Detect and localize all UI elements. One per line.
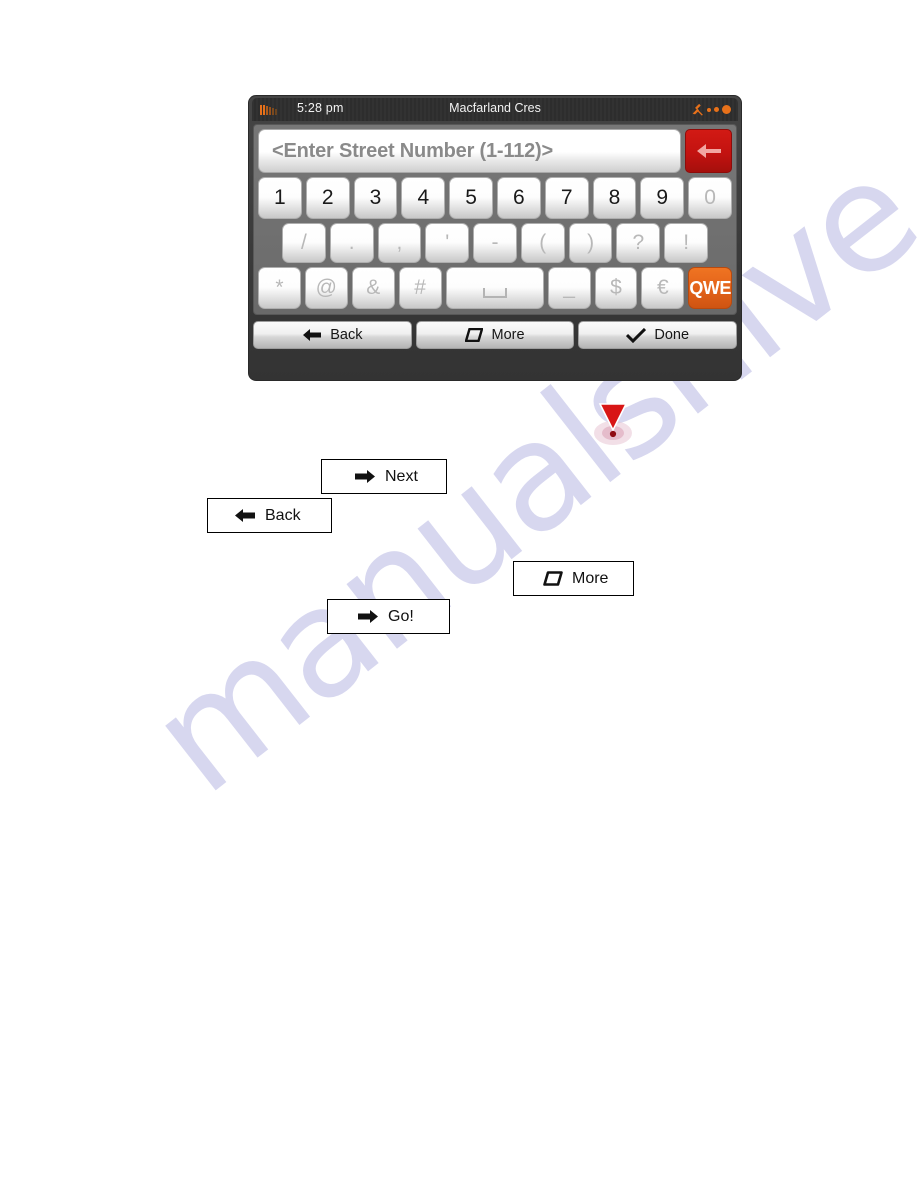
device-more-label: More	[491, 327, 525, 343]
key-num-3[interactable]: 4	[401, 177, 446, 219]
key-num-6[interactable]: 7	[544, 177, 589, 219]
callout-go-label: Go!	[388, 607, 414, 625]
key-punct-1[interactable]: .	[329, 223, 374, 263]
signal-dot-medium	[714, 107, 719, 112]
input-row: <Enter Street Number (1-112)>	[258, 129, 732, 173]
key-sym-3[interactable]: #	[398, 267, 442, 309]
keyboard-panel: <Enter Street Number (1-112)> 1234567890…	[253, 124, 737, 315]
signal-dot-small	[707, 107, 711, 112]
satellite-icon	[692, 103, 703, 116]
key-sym-7[interactable]: €	[641, 267, 685, 309]
keyboard-row-numbers: 1234567890	[258, 177, 732, 219]
key-punct-5[interactable]: (	[520, 223, 565, 263]
callout-next-label: Next	[385, 467, 418, 485]
device-done-label: Done	[654, 327, 690, 343]
key-punct-8[interactable]: !	[664, 223, 709, 263]
key-num-0[interactable]: 1	[258, 177, 302, 219]
key-sym-6[interactable]: $	[594, 267, 638, 309]
key-sym-5[interactable]: _	[547, 267, 591, 309]
key-punct-0[interactable]: /	[282, 223, 326, 263]
callout-back-button[interactable]: Back	[207, 498, 332, 533]
device-done-button[interactable]: Done	[578, 321, 738, 349]
backspace-button[interactable]	[685, 129, 732, 173]
key-sym-0[interactable]: *	[258, 267, 301, 309]
arrow-left-icon	[234, 508, 256, 523]
key-sym-2[interactable]: &	[351, 267, 395, 309]
keyboard-row-punctuation: /., ' -()?!	[258, 223, 732, 263]
arrow-right-icon	[357, 609, 379, 624]
street-number-placeholder: <Enter Street Number (1-112)>	[272, 139, 553, 162]
key-num-5[interactable]: 6	[496, 177, 541, 219]
key-punct-7[interactable]: ?	[616, 223, 661, 263]
key-num-4[interactable]: 5	[449, 177, 493, 219]
checkmark-icon	[626, 327, 647, 343]
key-punct-3[interactable]: '	[425, 223, 470, 263]
keyboard-row-symbols: * @ & # _ $ € QWE	[258, 267, 733, 309]
callout-more-label: More	[572, 569, 609, 587]
key-punct-4[interactable]: -	[473, 223, 517, 263]
callout-back-label: Back	[265, 506, 301, 524]
status-title: Macfarland Cres	[449, 101, 541, 115]
rounded-parallelogram-icon	[465, 328, 484, 342]
key-num-2[interactable]: 3	[353, 177, 398, 219]
device-more-button[interactable]: More	[415, 321, 575, 349]
device-bottom-bar: Back More Done	[253, 321, 738, 349]
key-punct-6[interactable]: )	[568, 223, 613, 263]
callout-more-button[interactable]: More	[513, 561, 634, 596]
callout-next-button[interactable]: Next	[321, 459, 447, 494]
rounded-parallelogram-icon	[543, 571, 563, 586]
callout-go-button[interactable]: Go!	[327, 599, 450, 634]
warning-triangle-icon	[594, 403, 632, 445]
arrow-right-icon	[354, 469, 376, 484]
device-back-button[interactable]: Back	[253, 321, 412, 349]
key-punct-2[interactable]: ,	[377, 223, 422, 263]
gps-device-screenshot: 5:28 pm Macfarland Cres <Enter Street Nu…	[249, 96, 741, 380]
key-num-1[interactable]: 2	[305, 177, 350, 219]
device-back-label: Back	[330, 327, 363, 343]
key-num-7[interactable]: 8	[592, 177, 637, 219]
arrow-left-icon	[303, 329, 322, 341]
street-number-input[interactable]: <Enter Street Number (1-112)>	[258, 129, 681, 173]
status-right-icons	[691, 103, 731, 116]
backspace-arrow-icon	[696, 144, 721, 158]
key-num-8[interactable]: 9	[640, 177, 685, 219]
signal-dot-large	[722, 105, 731, 114]
key-space[interactable]	[445, 267, 544, 309]
key-num-9[interactable]: 0	[688, 177, 732, 219]
key-sym-1[interactable]: @	[304, 267, 348, 309]
device-status-bar: 5:28 pm Macfarland Cres	[252, 98, 738, 121]
space-glyph-icon	[482, 288, 507, 298]
key-qwe-toggle[interactable]: QWE	[688, 267, 733, 309]
